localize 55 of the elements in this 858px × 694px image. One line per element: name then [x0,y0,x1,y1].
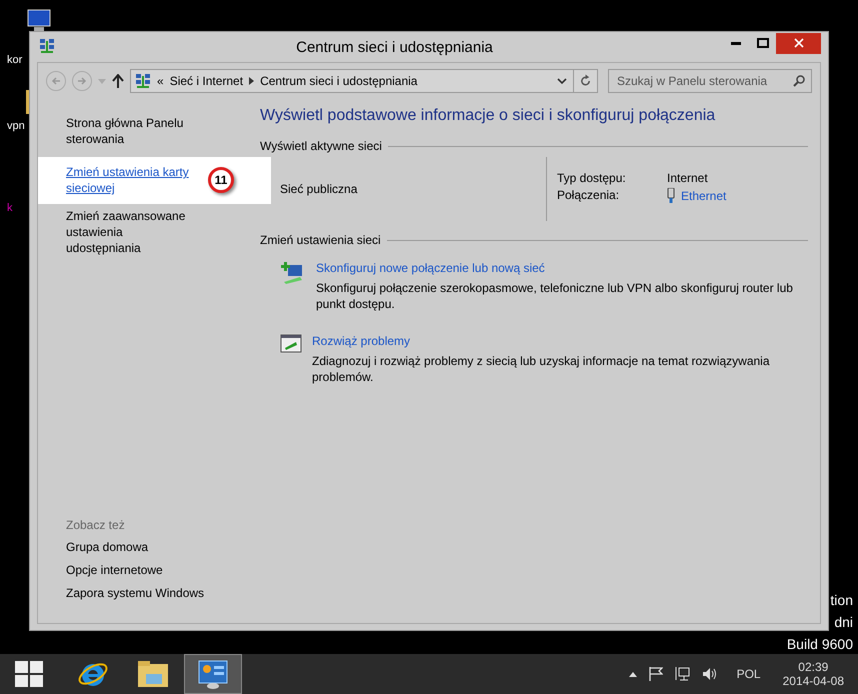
separator-icon[interactable] [249,77,254,85]
task-link[interactable]: Skonfiguruj nowe połączenie lub nową sieć [316,261,806,275]
property-value: Internet [667,171,709,185]
window-title: Centrum sieci i udostępniania [296,38,493,56]
up-arrow-icon[interactable] [112,74,124,88]
breadcrumb[interactable]: Centrum sieci i udostępniania [260,74,418,88]
show-hidden-icons-icon[interactable] [628,672,637,676]
network-icon [135,73,151,89]
breadcrumb[interactable]: Sieć i Internet [170,74,244,88]
see-also-link[interactable]: Grupa domowa [38,539,260,555]
property-label: Połączenia: [557,188,620,203]
edition-text: dni [834,613,853,632]
taskbar-app[interactable] [184,654,242,694]
desktop-icon-label[interactable]: kor [7,54,22,66]
section-heading: Wyświetl aktywne sieci [260,139,382,153]
task-description: Zdiagnozuj i rozwiąż problemy z siecią lub uzyskaj informacje na temat rozwiązywania problemów. [312,353,771,385]
desktop-icon-label[interactable]: k [7,202,12,214]
control-panel-icon [197,658,229,690]
sidebar-link[interactable]: Zmień zaawansowane ustawienia udostępniania [38,204,260,260]
step-badge: 11 [208,167,234,193]
maximize-icon [756,38,768,48]
minimize-icon [730,42,740,44]
dropdown-icon[interactable] [557,78,567,84]
close-button[interactable] [776,32,821,54]
search-icon[interactable] [793,75,805,87]
search-field[interactable]: Szukaj w Panelu sterowania [608,69,812,93]
close-icon [794,38,804,48]
desktop-icon-label[interactable]: vpn [7,120,25,132]
network-icon [39,38,55,54]
clock-date[interactable]: 2014-04-08 [782,674,844,688]
language-indicator[interactable]: POL [736,667,761,681]
see-also-link[interactable]: Opcje internetowe [38,562,260,578]
sidebar-link[interactable]: Strona główna Panelu sterowania [38,111,260,151]
task-description: Skonfiguruj połączenie szerokopasmowe, telefoniczne lub VPN albo skonfiguruj router lub punkt dostępu. [316,280,794,312]
property-label: Typ dostępu: [557,171,627,185]
clock-time[interactable]: 02:39 [798,660,828,674]
windows-logo-icon [15,661,43,687]
page-heading: Wyświetl podstawowe informacje o sieci i skonfiguruj połączenia [260,107,716,125]
speaker-icon[interactable] [702,667,717,681]
sidebar-link[interactable]: Zmień ustawienia karty sieciowej 11 [38,157,271,204]
see-also-link[interactable]: Zapora systemu Windows [38,585,260,601]
network-status-icon[interactable] [674,667,690,681]
ethernet-icon [667,188,675,203]
network-name: Sieć publiczna [279,182,358,196]
edition-text: Build 9600 [786,635,853,654]
overflow-chevron[interactable]: « [157,74,164,88]
flag-icon[interactable] [648,667,663,681]
edition-text: tion [830,591,853,610]
back-arrow-icon [51,76,61,86]
forward-arrow-icon [77,76,87,86]
task-link[interactable]: Rozwiąż problemy [312,334,802,348]
section-heading: Zmień ustawienia sieci [260,233,381,247]
connection-link[interactable]: Ethernet [681,188,726,202]
see-also-heading: Zobacz też [65,518,126,532]
troubleshoot-icon [280,334,302,354]
